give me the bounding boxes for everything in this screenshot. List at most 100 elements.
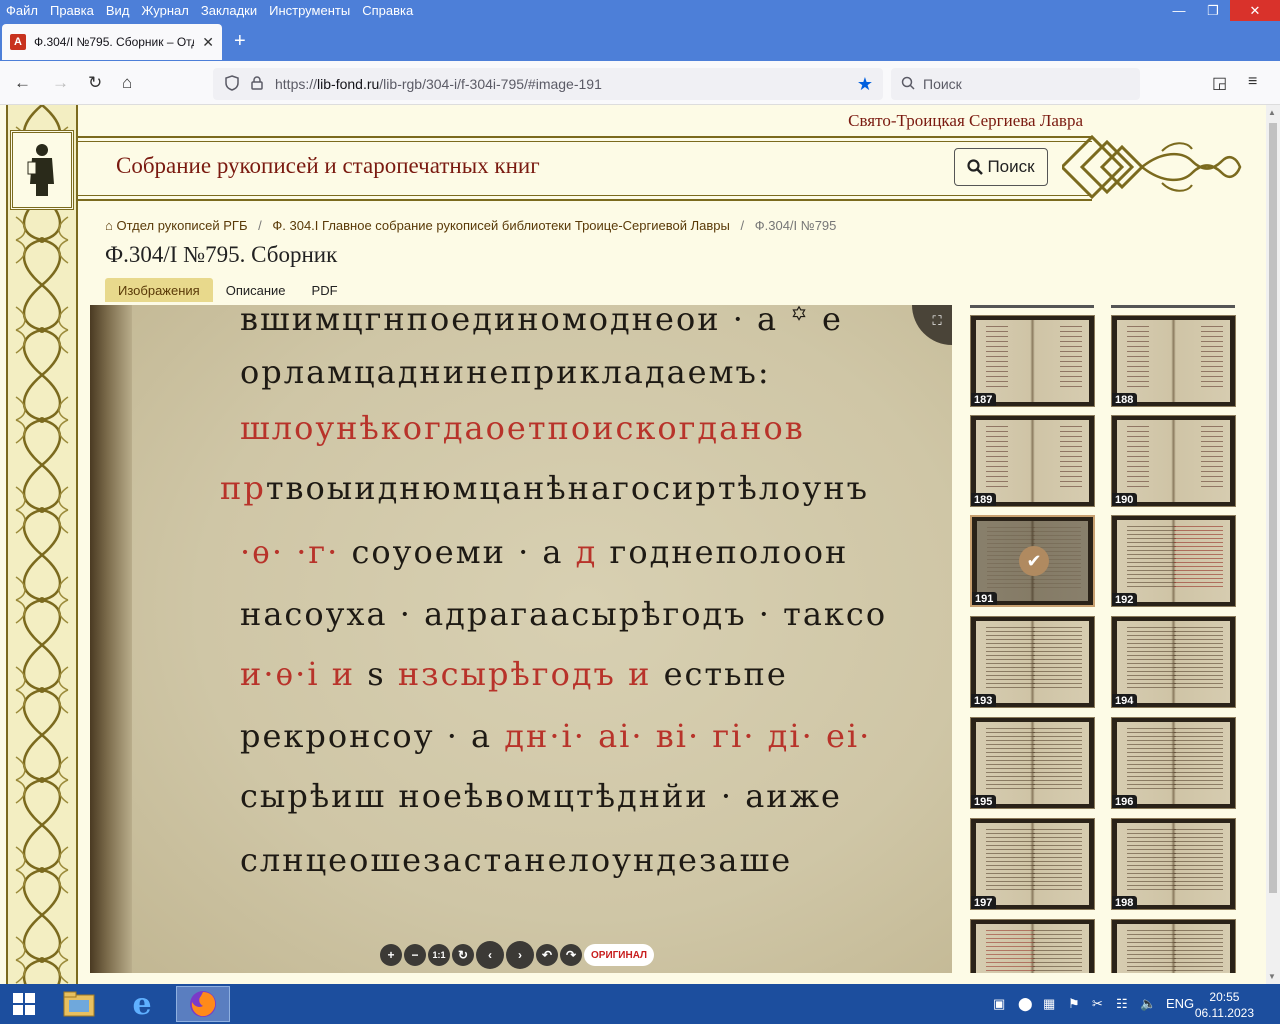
thumbnail[interactable]: 187 [970, 315, 1095, 407]
start-button[interactable] [0, 984, 48, 1024]
manuscript-line: ·ѳ· ·г· соуоеми · а д годнеполоон [240, 533, 849, 571]
favicon-icon: A [10, 34, 26, 50]
site-search-button[interactable]: Поиск [954, 148, 1048, 186]
bookmark-star-icon[interactable]: ★ [857, 74, 873, 95]
file-explorer-icon[interactable] [52, 986, 106, 1022]
zoom-out-button[interactable]: − [404, 944, 426, 966]
actual-size-button[interactable]: 1:1 [428, 944, 450, 966]
url-text[interactable]: https://lib-fond.ru/lib-rgb/304-i/f-304i… [275, 76, 602, 92]
thumbnail[interactable]: 198 [1111, 818, 1236, 910]
tool-icon[interactable]: ✂ [1092, 996, 1103, 1012]
app-menu-icon[interactable]: ≡ [1248, 73, 1257, 91]
home-icon: ⌂ [105, 218, 113, 233]
thumbnail[interactable]: 193 [970, 616, 1095, 708]
tab-description[interactable]: Описание [213, 278, 299, 302]
thumbnail[interactable]: 196 [1111, 717, 1236, 809]
flag-icon[interactable]: ⚑ [1068, 996, 1080, 1012]
search-box[interactable]: Поиск [891, 68, 1140, 100]
thumbnail[interactable] [1111, 919, 1236, 973]
manuscript-line: шлоунѣкогдаоетпоискогданов [240, 409, 805, 447]
menu-edit[interactable]: Правка [50, 3, 94, 18]
browser-tab[interactable]: A Ф.304/I №795. Сборник – Отдел рукописе… [2, 24, 222, 60]
rotate-left-button[interactable]: ↶ [536, 944, 558, 966]
back-button[interactable]: ← [14, 73, 31, 93]
network-icon[interactable]: ▣ [993, 996, 1005, 1012]
manuscript-line: вшимцгнпоединомоднеои · а ꙳ е [240, 305, 843, 338]
page-scrollbar[interactable]: ▲ ▼ [1266, 105, 1280, 984]
shield-icon[interactable] [225, 74, 239, 94]
security-icon[interactable]: ▦ [1043, 996, 1055, 1012]
thumbnail[interactable]: 188 [1111, 315, 1236, 407]
breadcrumb: ⌂ Отдел рукописей РГБ / Ф. 304.I Главное… [105, 218, 837, 233]
manuscript-line: слнцеошезастанелоундезаше [240, 841, 793, 879]
site-title[interactable]: Собрание рукописей и старопечатных книг [116, 153, 540, 179]
pocket-icon[interactable]: ◲ [1212, 73, 1227, 93]
rotate-right-button[interactable]: ↷ [560, 944, 582, 966]
volume-icon[interactable]: 🔈 [1140, 996, 1156, 1012]
tab-images[interactable]: Изображения [105, 278, 213, 302]
url-bar[interactable]: https://lib-fond.ru/lib-rgb/304-i/f-304i… [213, 68, 883, 100]
thumbnail[interactable]: 190 [1111, 415, 1236, 507]
windows-logo-icon [13, 993, 35, 1015]
zoom-in-button[interactable]: + [380, 944, 402, 966]
web-page: Свято-Троицкая Сергиева Лавра Собрание р… [0, 105, 1266, 984]
manuscript-line: орламцаднинеприкладаемъ: [240, 353, 771, 391]
internet-explorer-icon[interactable]: e [115, 986, 169, 1022]
clock[interactable]: 20:55 06.11.2023 [1195, 989, 1254, 1021]
scroll-up-icon[interactable]: ▲ [1268, 108, 1276, 117]
menu-file[interactable]: Файл [6, 3, 38, 18]
page-title: Ф.304/I №795. Сборник [105, 242, 338, 267]
scrollbar-thumb[interactable] [1269, 123, 1277, 893]
breadcrumb-item[interactable]: Отдел рукописей РГБ [116, 218, 247, 233]
menu-bar: Файл Правка Вид Журнал Закладки Инструме… [0, 0, 1280, 21]
search-icon [901, 76, 915, 93]
manuscript-line: насоуха · адрагаасырѣгодъ · таксо [240, 595, 888, 633]
thumbnail[interactable]: 195 [970, 717, 1095, 809]
image-viewer[interactable]: вшимцгнпоединомоднеои · а ꙳ е орламцадни… [90, 305, 952, 973]
thumbnail[interactable] [970, 919, 1095, 973]
breadcrumb-item[interactable]: Ф. 304.I Главное собрание рукописей библ… [272, 218, 729, 233]
thumbnail-selected[interactable]: ✔ 191 [970, 515, 1095, 607]
manuscript-line: рекронсоу · а дн·і· аі· ві· гі· ді· еі· [240, 717, 872, 755]
thumbnail[interactable]: 192 [1111, 515, 1236, 607]
menu-tools[interactable]: Инструменты [269, 3, 350, 18]
firefox-taskbar-icon[interactable] [176, 986, 230, 1022]
minimize-button[interactable]: — [1162, 0, 1196, 21]
close-tab-icon[interactable]: ✕ [202, 34, 214, 51]
thumbnail[interactable]: 189 [970, 415, 1095, 507]
ornamental-border [6, 105, 78, 984]
close-window-button[interactable]: ✕ [1230, 0, 1280, 21]
book-binding [90, 305, 132, 973]
menu-history[interactable]: Журнал [141, 3, 188, 18]
lavra-name[interactable]: Свято-Троицкая Сергиева Лавра [848, 111, 1083, 131]
viewer-toolbar: + − 1:1 ↻ ‹ › ↶ ↷ ОРИГИНАЛ [380, 941, 655, 969]
search-placeholder: Поиск [923, 76, 962, 92]
forward-button[interactable]: → [52, 73, 69, 93]
window-controls: — ❐ ✕ [1162, 0, 1280, 21]
rotate-button[interactable]: ↻ [452, 944, 474, 966]
tab-pdf[interactable]: PDF [299, 278, 351, 302]
menu-help[interactable]: Справка [362, 3, 413, 18]
menu-bookmarks[interactable]: Закладки [201, 3, 257, 18]
taskbar: e ▣ ⬤ ▦ ⚑ ✂ ☷ 🔈 ENG 20:55 06.11.2023 [0, 984, 1280, 1024]
next-page-button[interactable]: › [506, 941, 534, 969]
menu-view[interactable]: Вид [106, 3, 130, 18]
doc-tabs: Изображения Описание PDF [105, 278, 351, 302]
language-indicator[interactable]: ENG [1166, 996, 1194, 1011]
new-tab-button[interactable]: + [234, 30, 246, 53]
previous-page-button[interactable]: ‹ [476, 941, 504, 969]
restore-button[interactable]: ❐ [1196, 0, 1230, 21]
manuscript-line: и·ѳ·і и ѕ нзсырѣгодъ и естьпе [240, 655, 788, 693]
thumbnail[interactable]: 197 [970, 818, 1095, 910]
lock-icon[interactable] [251, 75, 263, 93]
thumbnail[interactable]: 194 [1111, 616, 1236, 708]
wifi-icon[interactable]: ☷ [1116, 996, 1128, 1012]
update-icon[interactable]: ⬤ [1018, 996, 1033, 1012]
scroll-down-icon[interactable]: ▼ [1268, 972, 1276, 981]
original-button[interactable]: ОРИГИНАЛ [584, 944, 655, 966]
reload-button[interactable]: ↻ [88, 73, 102, 93]
breadcrumb-current: Ф.304/I №795 [754, 218, 837, 233]
monk-emblem-icon [10, 130, 74, 210]
checkmark-icon: ✔ [1019, 546, 1049, 576]
home-button[interactable]: ⌂ [122, 73, 132, 93]
